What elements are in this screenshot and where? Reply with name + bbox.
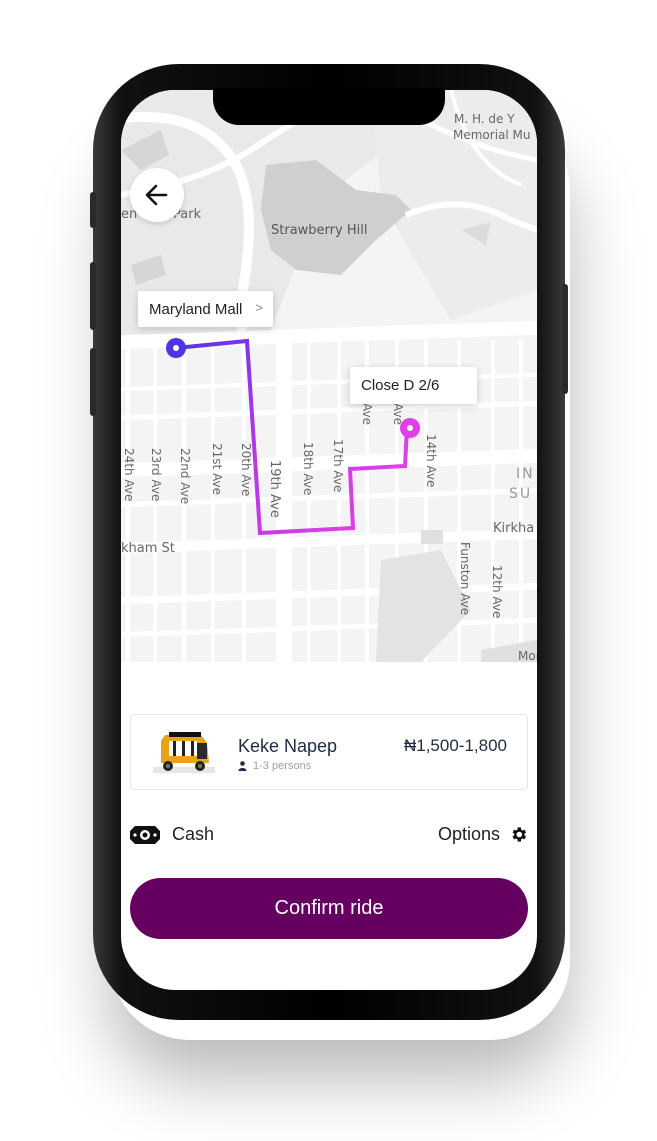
place-label: IN [516,466,535,482]
street-label: 17th Ave [331,439,345,492]
chevron-right-icon: > [255,300,263,315]
street-label: 21st Ave [210,443,224,495]
pickup-label-text: Maryland Mall [149,300,243,318]
person-icon [238,761,247,771]
street-label: 20th Ave [239,443,253,496]
ride-capacity: 1-3 persons [238,760,311,772]
ride-price: ₦1,500-1,800 [403,736,507,755]
place-label: M. H. de Y [454,112,515,126]
cash-icon [130,825,160,844]
place-label: Strawberry Hill [271,223,367,238]
notch [213,88,445,125]
mute-switch [90,192,96,228]
pickup-label[interactable]: Maryland Mall > [138,291,273,327]
street-label: Ave [360,403,374,425]
screen: Strawberry Hill en Park M. H. de Y Memor… [121,90,537,990]
options-label: Options [437,824,500,844]
payment-method[interactable]: Cash [130,824,214,845]
ride-name: Keke Napep [238,736,338,756]
street-label: Funston Ave [458,542,472,615]
place-label: kham St [121,541,175,556]
street-label: 24th Ave [122,448,136,501]
back-arrow-icon [145,184,168,206]
dropoff-label-text: Close D 2/6 [361,377,440,394]
options-button[interactable]: Options [438,824,528,845]
keke-vehicle-icon [153,732,215,773]
volume-down-button [90,348,96,416]
power-button [562,284,568,394]
place-label: SU [509,486,532,502]
ride-option-card[interactable]: Keke Napep 1-3 persons ₦1,500-1,800 [130,714,528,790]
back-button[interactable] [130,168,184,222]
place-label: Kirkha [493,521,534,536]
ride-capacity-text: 1-3 persons [253,760,312,772]
street-label: 22nd Ave [178,448,192,504]
gear-icon [512,827,527,842]
street-label: 18th Ave [301,442,315,495]
place-label: Memorial Mu [453,128,531,142]
street-label: 14th Ave [424,434,438,487]
street-label: 23rd Ave [149,448,163,501]
place-label: Mor [518,649,537,662]
street-label: 12th Ave [490,565,504,618]
street-label: 19th Ave [267,460,282,518]
volume-up-button [90,262,96,330]
confirm-ride-button[interactable]: Confirm ride [130,878,528,939]
payment-method-label: Cash [172,824,215,844]
dropoff-label[interactable]: Close D 2/6 [350,367,477,404]
